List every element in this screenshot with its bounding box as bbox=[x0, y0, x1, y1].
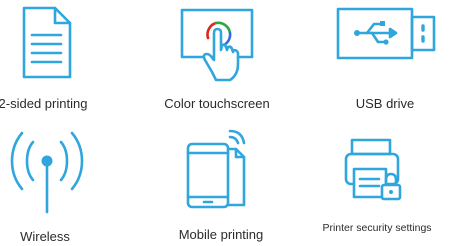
feature-usb-drive: USB drive bbox=[300, 0, 450, 123]
feature-mobile-printing: Mobile printing bbox=[150, 123, 300, 246]
feature-label: USB drive bbox=[355, 96, 415, 111]
feature-printer-security-settings: Printer security settings bbox=[300, 123, 450, 246]
feature-wireless: Wireless bbox=[0, 123, 150, 246]
feature-label: 2-sided printing bbox=[0, 96, 88, 111]
feature-label: Wireless bbox=[20, 229, 70, 244]
feature-2-sided-printing: 2-sided printing bbox=[0, 0, 150, 123]
feature-grid: 2-sided printing Color touchscreen USB d… bbox=[0, 0, 452, 246]
feature-label: Mobile printing bbox=[178, 227, 264, 242]
feature-color-touchscreen: Color touchscreen bbox=[150, 0, 300, 123]
feature-label: Printer security settings bbox=[322, 222, 432, 234]
feature-label: Color touchscreen bbox=[164, 96, 270, 111]
wireless-icon bbox=[10, 131, 84, 214]
